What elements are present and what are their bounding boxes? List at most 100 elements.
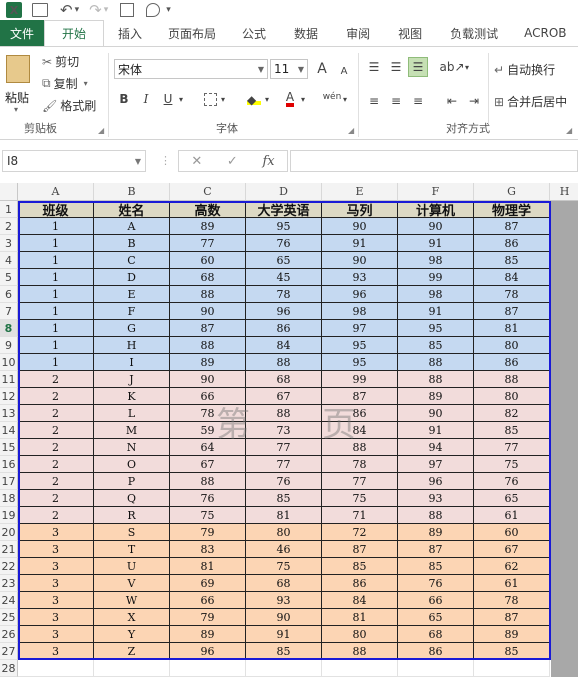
row-header-26[interactable]: 26 bbox=[0, 626, 18, 643]
table-cell[interactable]: 60 bbox=[474, 524, 550, 541]
cancel-icon[interactable]: ✕ bbox=[191, 154, 202, 169]
table-cell[interactable]: 90 bbox=[398, 218, 474, 235]
empty-cell[interactable] bbox=[322, 660, 398, 677]
table-cell[interactable]: 76 bbox=[474, 473, 550, 490]
empty-cell[interactable] bbox=[94, 660, 170, 677]
table-cell[interactable]: 65 bbox=[246, 252, 322, 269]
table-cell[interactable]: M bbox=[94, 422, 170, 439]
undo-icon[interactable]: ↶ bbox=[60, 1, 73, 19]
tab-page-layout[interactable]: 页面布局 bbox=[156, 20, 228, 46]
table-cell[interactable]: 89 bbox=[398, 524, 474, 541]
table-cell[interactable]: 85 bbox=[474, 422, 550, 439]
table-cell[interactable]: 2 bbox=[18, 405, 94, 422]
column-header-h[interactable]: H bbox=[550, 183, 578, 201]
table-cell[interactable]: T bbox=[94, 541, 170, 558]
tab-load-test[interactable]: 负载测试 bbox=[436, 20, 512, 46]
table-cell[interactable]: 75 bbox=[322, 490, 398, 507]
table-cell[interactable]: G bbox=[94, 320, 170, 337]
table-cell[interactable]: 80 bbox=[474, 388, 550, 405]
table-cell[interactable]: 2 bbox=[18, 422, 94, 439]
table-cell[interactable]: Y bbox=[94, 626, 170, 643]
row-header-9[interactable]: 9 bbox=[0, 337, 18, 354]
row-header-27[interactable]: 27 bbox=[0, 643, 18, 660]
header-cell[interactable]: 班级 bbox=[18, 201, 94, 219]
table-cell[interactable]: 95 bbox=[322, 354, 398, 371]
column-header-e[interactable]: E bbox=[322, 183, 398, 201]
print-preview-icon[interactable] bbox=[146, 3, 161, 17]
table-cell[interactable]: I bbox=[94, 354, 170, 371]
orientation-icon[interactable]: ab↗ bbox=[439, 57, 464, 77]
table-cell[interactable]: 96 bbox=[398, 473, 474, 490]
table-cell[interactable]: K bbox=[94, 388, 170, 405]
table-cell[interactable]: 1 bbox=[18, 354, 94, 371]
table-cell[interactable]: 3 bbox=[18, 524, 94, 541]
column-header-f[interactable]: F bbox=[398, 183, 474, 201]
table-cell[interactable]: 99 bbox=[398, 269, 474, 286]
table-cell[interactable]: 87 bbox=[474, 218, 550, 235]
table-cell[interactable]: 75 bbox=[170, 507, 246, 524]
copy-button[interactable]: ⧉ 复制 ▾ bbox=[42, 75, 91, 92]
table-cell[interactable]: 89 bbox=[170, 218, 246, 235]
table-cell[interactable]: 71 bbox=[322, 507, 398, 524]
row-header-19[interactable]: 19 bbox=[0, 507, 18, 524]
table-cell[interactable]: 95 bbox=[398, 320, 474, 337]
font-launcher-icon[interactable]: ◢ bbox=[348, 126, 354, 135]
table-cell[interactable]: 85 bbox=[474, 643, 550, 660]
table-cell[interactable]: 84 bbox=[246, 337, 322, 354]
table-cell[interactable]: 77 bbox=[474, 439, 550, 456]
table-cell[interactable]: 85 bbox=[246, 490, 322, 507]
column-header-a[interactable]: A bbox=[18, 183, 94, 201]
formula-input[interactable] bbox=[290, 150, 578, 172]
cut-button[interactable]: ✂ 剪切 bbox=[42, 53, 79, 70]
empty-cell[interactable] bbox=[398, 660, 474, 677]
customize-qat-icon[interactable]: ▾ bbox=[166, 2, 171, 18]
save-icon[interactable] bbox=[32, 3, 48, 17]
table-cell[interactable]: 89 bbox=[170, 626, 246, 643]
header-cell[interactable]: 大学英语 bbox=[246, 201, 322, 219]
table-cell[interactable]: 60 bbox=[170, 252, 246, 269]
table-cell[interactable]: 88 bbox=[170, 473, 246, 490]
table-cell[interactable]: 3 bbox=[18, 541, 94, 558]
table-cell[interactable]: 96 bbox=[322, 286, 398, 303]
name-box[interactable]: I8 ▼ bbox=[2, 150, 146, 172]
table-cell[interactable]: 76 bbox=[398, 575, 474, 592]
table-cell[interactable]: 76 bbox=[246, 235, 322, 252]
table-cell[interactable]: 3 bbox=[18, 609, 94, 626]
table-cell[interactable]: 2 bbox=[18, 439, 94, 456]
tab-formulas[interactable]: 公式 bbox=[228, 20, 280, 46]
table-cell[interactable]: 89 bbox=[474, 626, 550, 643]
table-cell[interactable]: 67 bbox=[246, 388, 322, 405]
table-cell[interactable]: 81 bbox=[170, 558, 246, 575]
shared-workbook-icon[interactable] bbox=[120, 3, 135, 17]
paste-button[interactable]: 粘贴 ▾ bbox=[4, 53, 34, 114]
table-cell[interactable]: D bbox=[94, 269, 170, 286]
decrease-indent-icon[interactable]: ⇤ bbox=[442, 91, 462, 111]
table-cell[interactable]: 89 bbox=[398, 388, 474, 405]
borders-icon[interactable] bbox=[200, 89, 220, 109]
underline-button[interactable]: U bbox=[158, 89, 178, 109]
table-cell[interactable]: 86 bbox=[246, 320, 322, 337]
table-cell[interactable]: 85 bbox=[474, 252, 550, 269]
table-cell[interactable]: 75 bbox=[474, 456, 550, 473]
column-header-c[interactable]: C bbox=[170, 183, 246, 201]
table-cell[interactable]: 91 bbox=[398, 303, 474, 320]
table-cell[interactable]: 84 bbox=[322, 592, 398, 609]
row-header-18[interactable]: 18 bbox=[0, 490, 18, 507]
table-cell[interactable]: B bbox=[94, 235, 170, 252]
redo-icon[interactable]: ↷ bbox=[89, 1, 102, 19]
table-cell[interactable]: 87 bbox=[170, 320, 246, 337]
table-cell[interactable]: 90 bbox=[322, 252, 398, 269]
table-cell[interactable]: 88 bbox=[398, 354, 474, 371]
table-cell[interactable]: 68 bbox=[246, 371, 322, 388]
table-cell[interactable]: 61 bbox=[474, 507, 550, 524]
table-cell[interactable]: 85 bbox=[398, 558, 474, 575]
table-cell[interactable]: 78 bbox=[322, 456, 398, 473]
row-header-24[interactable]: 24 bbox=[0, 592, 18, 609]
table-cell[interactable]: 88 bbox=[398, 371, 474, 388]
table-cell[interactable]: 90 bbox=[246, 609, 322, 626]
row-header-13[interactable]: 13 bbox=[0, 405, 18, 422]
format-painter-button[interactable]: 🖌 格式刷 bbox=[42, 97, 96, 114]
row-header-14[interactable]: 14 bbox=[0, 422, 18, 439]
insert-function-icon[interactable]: fx bbox=[262, 154, 274, 169]
table-cell[interactable]: 68 bbox=[170, 269, 246, 286]
